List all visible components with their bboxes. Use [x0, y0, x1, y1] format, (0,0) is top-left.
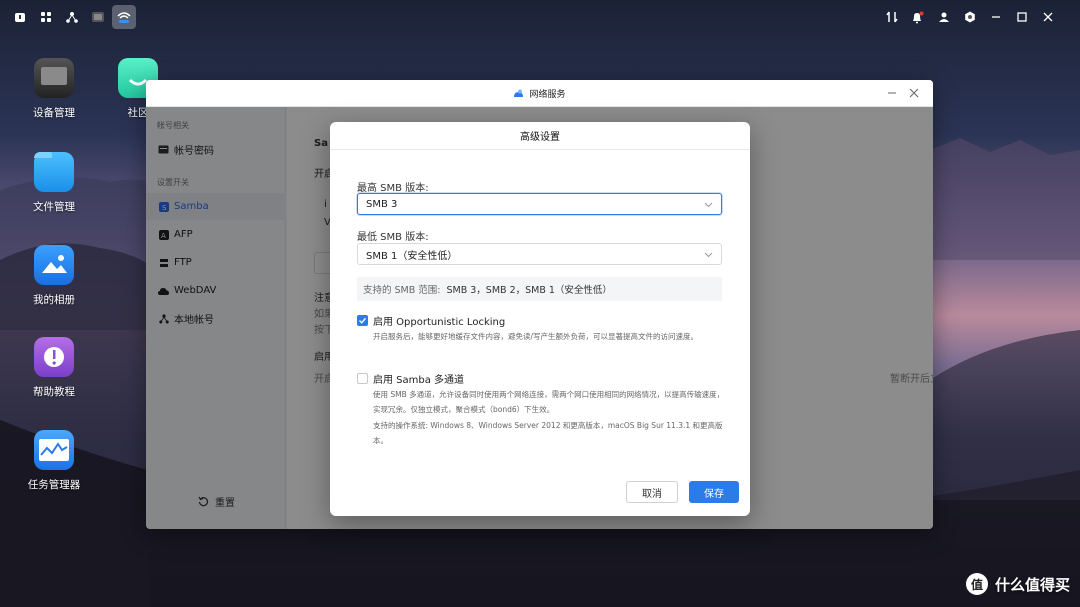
dialog-title: 高级设置 — [330, 122, 750, 150]
device-manager-taskbar-icon[interactable] — [86, 5, 110, 29]
desktop-icon-label: 文件管理 — [33, 201, 75, 213]
min-smb-select[interactable]: SMB 1（安全性低） — [357, 243, 722, 265]
network-service-taskbar-icon[interactable] — [112, 5, 136, 29]
network-topology-icon[interactable] — [60, 5, 84, 29]
desktop-icon-label: 帮助教程 — [33, 386, 75, 398]
network-service-icon — [514, 89, 524, 97]
taskbar — [0, 0, 1080, 34]
minimize-icon[interactable] — [983, 5, 1008, 29]
chevron-down-icon — [704, 202, 713, 208]
save-button[interactable]: 保存 — [689, 481, 739, 503]
folder-icon — [34, 152, 74, 192]
cancel-button[interactable]: 取消 — [626, 481, 678, 503]
photo-album-icon — [34, 245, 74, 285]
watermark: 值 什么值得买 — [965, 573, 1070, 595]
min-smb-value: SMB 1（安全性低） — [366, 250, 458, 262]
oplock-description: 开启服务后，能够更好地缓存文件内容，避免读/写产生额外负荷，可以显著提高文件的访… — [373, 332, 699, 341]
window-close-icon[interactable] — [907, 86, 921, 100]
window-titlebar: 网络服务 — [146, 80, 933, 107]
user-icon[interactable] — [931, 5, 956, 29]
maximize-icon[interactable] — [1009, 5, 1034, 29]
window-minimize-icon[interactable] — [885, 86, 899, 100]
transfer-icon[interactable] — [879, 5, 904, 29]
settings-gear-icon[interactable] — [957, 5, 982, 29]
close-icon[interactable] — [1035, 5, 1060, 29]
multichannel-description: 使用 SMB 多通道，允许设备同时使用两个网络连接，需两个网口使用相同的网络情况… — [373, 390, 725, 414]
min-smb-label: 最低 SMB 版本: — [357, 232, 429, 243]
device-manager-icon — [34, 58, 74, 98]
advanced-settings-dialog: 高级设置 最高 SMB 版本: SMB 3 最低 SMB 版本: SMB 1（安… — [330, 122, 750, 516]
watermark-logo: 值 — [965, 573, 988, 595]
max-smb-value: SMB 3 — [366, 198, 398, 210]
desktop-icon-label: 我的相册 — [33, 294, 75, 306]
desktop-icon-help[interactable]: 帮助教程 — [14, 337, 94, 399]
chevron-down-icon — [704, 252, 713, 258]
desktop-icon-device-manager[interactable]: 设备管理 — [14, 58, 94, 120]
apps-grid-icon[interactable] — [34, 5, 58, 29]
max-smb-select[interactable]: SMB 3 — [357, 193, 722, 215]
multichannel-checkbox[interactable] — [357, 373, 368, 384]
oplock-checkbox[interactable] — [357, 315, 368, 326]
smb-range-value: SMB 3，SMB 2，SMB 1（安全性低） — [446, 285, 612, 296]
window-title: 网络服务 — [529, 89, 566, 100]
device-icon[interactable] — [8, 5, 32, 29]
desktop-icon-my-album[interactable]: 我的相册 — [14, 245, 94, 307]
desktop-icon-file-manager[interactable]: 文件管理 — [14, 152, 94, 214]
notification-bell-icon[interactable] — [905, 5, 930, 29]
help-icon — [34, 337, 74, 377]
watermark-text: 什么值得买 — [994, 575, 1070, 594]
multichannel-os-support: 支持的操作系统: Windows 8、Windows Server 2012 和… — [373, 421, 723, 445]
desktop-icon-task-manager[interactable]: 任务管理器 — [14, 430, 94, 492]
task-manager-icon — [34, 430, 74, 470]
multichannel-label[interactable]: 启用 Samba 多通道 — [373, 371, 464, 386]
smb-range-info: 支持的 SMB 范围: SMB 3，SMB 2，SMB 1（安全性低） — [357, 277, 722, 301]
check-icon — [359, 317, 367, 324]
oplock-label[interactable]: 启用 Opportunistic Locking — [373, 313, 505, 328]
smb-range-key: 支持的 SMB 范围: — [363, 285, 441, 296]
desktop-icon-label: 任务管理器 — [27, 479, 81, 491]
max-smb-label: 最高 SMB 版本: — [357, 183, 429, 194]
desktop-icon-label: 设备管理 — [33, 107, 75, 119]
